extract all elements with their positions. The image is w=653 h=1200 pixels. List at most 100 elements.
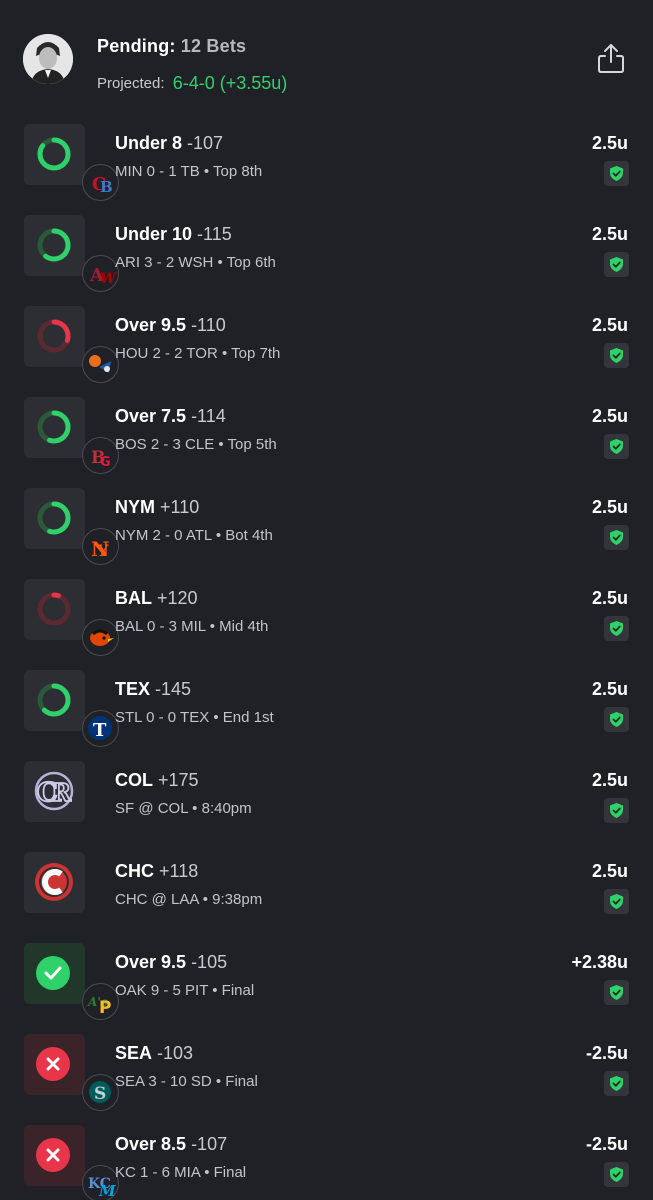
bet-status-tile: CB (24, 124, 119, 201)
bet-units: -2.5u (585, 1134, 628, 1154)
progress-ring (24, 124, 85, 185)
bet-pick-label: NYM (115, 497, 155, 517)
bet-odds: -114 (186, 406, 226, 426)
bet-row[interactable]: Over 9.5 -110 HOU 2 - 2 TOR • Top 7th 2.5u (0, 297, 653, 388)
bet-pick: NYM +110 (115, 497, 199, 518)
bet-odds: +110 (155, 497, 200, 517)
bet-status-tile: S (24, 1034, 119, 1111)
rockies-logo-icon: CR (24, 761, 85, 822)
bet-pick: Over 9.5 -105 (115, 952, 227, 973)
dbacks-nationals-logo-icon: AW (82, 255, 119, 292)
verified-shield-icon[interactable] (604, 616, 629, 641)
bet-row[interactable]: BAL +120 BAL 0 - 3 MIL • Mid 4th 2.5u (0, 570, 653, 661)
bet-row[interactable]: B G Over 7.5 -114 BOS 2 - 3 CLE • Top 5th 2.… (0, 388, 653, 479)
bet-pick-label: Under 10 (115, 224, 193, 244)
svg-text:Y: Y (96, 541, 109, 560)
verified-shield-icon[interactable] (604, 525, 629, 550)
bet-row[interactable]: T TEX -145 STL 0 - 0 TEX • End 1st 2.5u (0, 661, 653, 752)
verified-shield-icon[interactable] (604, 252, 629, 277)
header: Pending: 12 Bets Projected: 6-4-0 (+3.55… (0, 0, 653, 115)
projected-label: Projected: (97, 75, 165, 92)
verified-shield-icon[interactable] (604, 343, 629, 368)
bet-pick: Over 9.5 -110 (115, 315, 226, 336)
bet-status-tile (24, 852, 85, 913)
bet-pick: Under 8 -107 (115, 133, 223, 154)
bet-units: 2.5u (591, 497, 628, 517)
bet-units: +2.38u (571, 952, 628, 972)
svg-text:W: W (100, 271, 117, 287)
svg-text:G: G (100, 455, 111, 470)
bet-status-tile: CR (24, 761, 85, 822)
bet-units: -2.5u (585, 1043, 628, 1063)
bet-row[interactable]: A's P Over 9.5 -105 OAK 9 - 5 PIT • Final +2… (0, 934, 653, 1025)
rangers-logo-icon: T (82, 710, 119, 747)
bet-odds: -107 (182, 133, 224, 153)
bet-pick-label: CHC (115, 861, 154, 881)
verified-shield-icon[interactable] (604, 980, 629, 1005)
progress-ring (24, 670, 85, 731)
pending-count: 12 Bets (180, 36, 247, 56)
share-icon[interactable] (596, 42, 626, 74)
bet-status-tile: T (24, 670, 119, 747)
bet-odds: -103 (152, 1043, 194, 1063)
svg-text:P: P (99, 998, 111, 1018)
svg-text:R: R (51, 778, 72, 807)
verified-shield-icon[interactable] (604, 1071, 629, 1096)
verified-shield-icon[interactable] (604, 434, 629, 459)
progress-ring (24, 579, 85, 640)
astros-bluejays-logo-icon (82, 346, 119, 383)
bet-odds: -110 (186, 315, 226, 335)
bet-pick: Under 10 -115 (115, 224, 232, 245)
bet-row[interactable]: C B Under 8 -107 MIN 0 - 1 TB • Top 8th 2.5u (0, 115, 653, 206)
bet-row[interactable]: CHC +118 CHC @ LAA • 9:38pm 2.5u (0, 843, 653, 934)
bet-row[interactable]: S SEA -103 SEA 3 - 10 SD • Final -2.5u (0, 1025, 653, 1116)
game-score: SF @ COL • 8:40pm (115, 800, 252, 817)
bet-units: 2.5u (591, 315, 628, 335)
bet-pick: COL +175 (115, 770, 199, 791)
bet-units: 2.5u (591, 770, 628, 790)
bet-units: 2.5u (591, 588, 628, 608)
bet-pick: BAL +120 (115, 588, 198, 609)
mariners-logo-icon: S (82, 1074, 119, 1111)
game-score: BOS 2 - 3 CLE • Top 5th (115, 436, 277, 453)
svg-text:T: T (93, 720, 107, 741)
bet-pick-label: Under 8 (115, 133, 183, 153)
bet-pick-label: Over 8.5 (115, 1134, 187, 1154)
game-score: SEA 3 - 10 SD • Final (115, 1073, 258, 1090)
verified-shield-icon[interactable] (604, 798, 629, 823)
royals-marlins-logo-icon: KC M (82, 1165, 119, 1200)
bet-pick-label: Over 7.5 (115, 406, 187, 426)
bet-units: 2.5u (591, 133, 628, 153)
game-score: OAK 9 - 5 PIT • Final (115, 982, 255, 999)
bet-status-tile: NY (24, 488, 119, 565)
bet-odds: -107 (186, 1134, 228, 1154)
bet-row[interactable]: A W Under 10 -115 ARI 3 - 2 WSH • Top 6th 2.… (0, 206, 653, 297)
game-score: CHC @ LAA • 9:38pm (115, 891, 263, 908)
game-score: NYM 2 - 0 ATL • Bot 4th (115, 527, 273, 544)
bet-status-tile: A's P (24, 943, 119, 1020)
avatar[interactable] (23, 34, 73, 84)
bet-pick-label: SEA (115, 1043, 153, 1063)
bet-odds: -115 (192, 224, 232, 244)
progress-ring (24, 397, 85, 458)
bet-odds: +120 (152, 588, 198, 608)
twins-rays-logo-icon: CB (82, 164, 119, 201)
bet-status-tile: KC M (24, 1125, 119, 1200)
bet-row[interactable]: N Y NYM +110 NYM 2 - 0 ATL • Bot 4th 2.5u (0, 479, 653, 570)
bet-pick-label: Over 9.5 (115, 315, 187, 335)
bet-row[interactable]: C R COL +175 SF @ COL • 8:40pm 2.5u (0, 752, 653, 843)
verified-shield-icon[interactable] (604, 161, 629, 186)
projected-value: 6-4-0 (+3.55u) (172, 73, 288, 93)
verified-shield-icon[interactable] (604, 1162, 629, 1187)
svg-text:B: B (100, 178, 113, 196)
bet-units: 2.5u (591, 679, 628, 699)
bet-row[interactable]: KC M Over 8.5 -107 KC 1 - 6 MIA • Final -2.5… (0, 1116, 653, 1200)
bet-pick-label: COL (115, 770, 153, 790)
bet-odds: +175 (153, 770, 199, 790)
bet-pick-label: TEX (115, 679, 151, 699)
bet-units: 2.5u (591, 224, 628, 244)
verified-shield-icon[interactable] (604, 889, 629, 914)
verified-shield-icon[interactable] (604, 707, 629, 732)
progress-ring (24, 215, 85, 276)
loss-x-icon (36, 1047, 70, 1081)
